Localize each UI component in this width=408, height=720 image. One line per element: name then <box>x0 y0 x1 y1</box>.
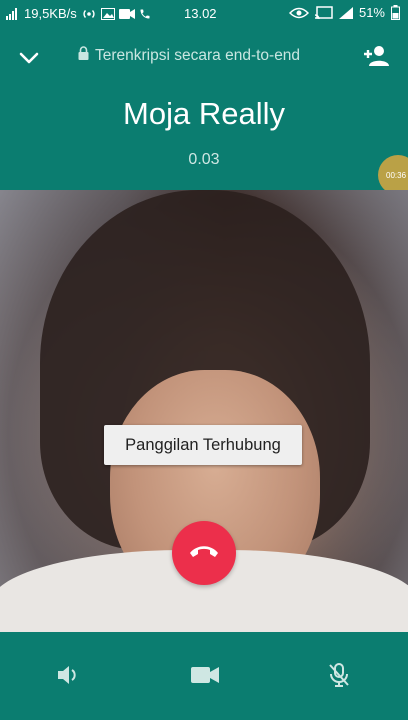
status-left: 19,5KB/s <box>6 6 151 21</box>
contact-name: Moja Really <box>123 96 285 131</box>
eye-icon <box>288 7 309 19</box>
call-connected-toast: Panggilan Terhubung <box>104 425 302 465</box>
mute-button[interactable] <box>324 662 354 692</box>
video-status-icon <box>118 8 135 20</box>
network-speed: 19,5KB/s <box>24 6 77 21</box>
call-header: Terenkripsi secara end-to-end Moja Reall… <box>0 28 408 190</box>
mic-off-icon <box>328 662 350 692</box>
phone-hangup-icon <box>189 544 219 563</box>
status-bar: 19,5KB/s 13.02 51% <box>0 0 408 28</box>
add-person-icon[interactable] <box>362 44 390 70</box>
lock-icon <box>78 46 89 65</box>
battery-icon <box>391 5 400 20</box>
video-toggle-button[interactable] <box>190 662 220 692</box>
status-right: 51% <box>288 5 400 20</box>
end-call-button[interactable] <box>172 521 236 585</box>
battery-percent: 51% <box>358 5 385 20</box>
status-time: 13.02 <box>184 6 217 21</box>
call-controls-bar <box>0 632 408 720</box>
signal-icon <box>6 7 20 20</box>
signal-bars-icon <box>338 6 353 19</box>
hotspot-icon <box>81 8 97 20</box>
call-timer: 0.03 <box>188 151 220 168</box>
encryption-notice: Terenkripsi secara end-to-end <box>78 46 300 65</box>
speaker-icon <box>56 664 80 691</box>
phone-status-icon <box>139 8 151 20</box>
speaker-button[interactable] <box>53 662 83 692</box>
image-icon <box>100 7 115 20</box>
video-camera-icon <box>191 666 219 689</box>
encryption-text: Terenkripsi secara end-to-end <box>95 46 301 64</box>
chevron-down-icon[interactable] <box>17 46 41 70</box>
cast-icon <box>314 5 333 20</box>
